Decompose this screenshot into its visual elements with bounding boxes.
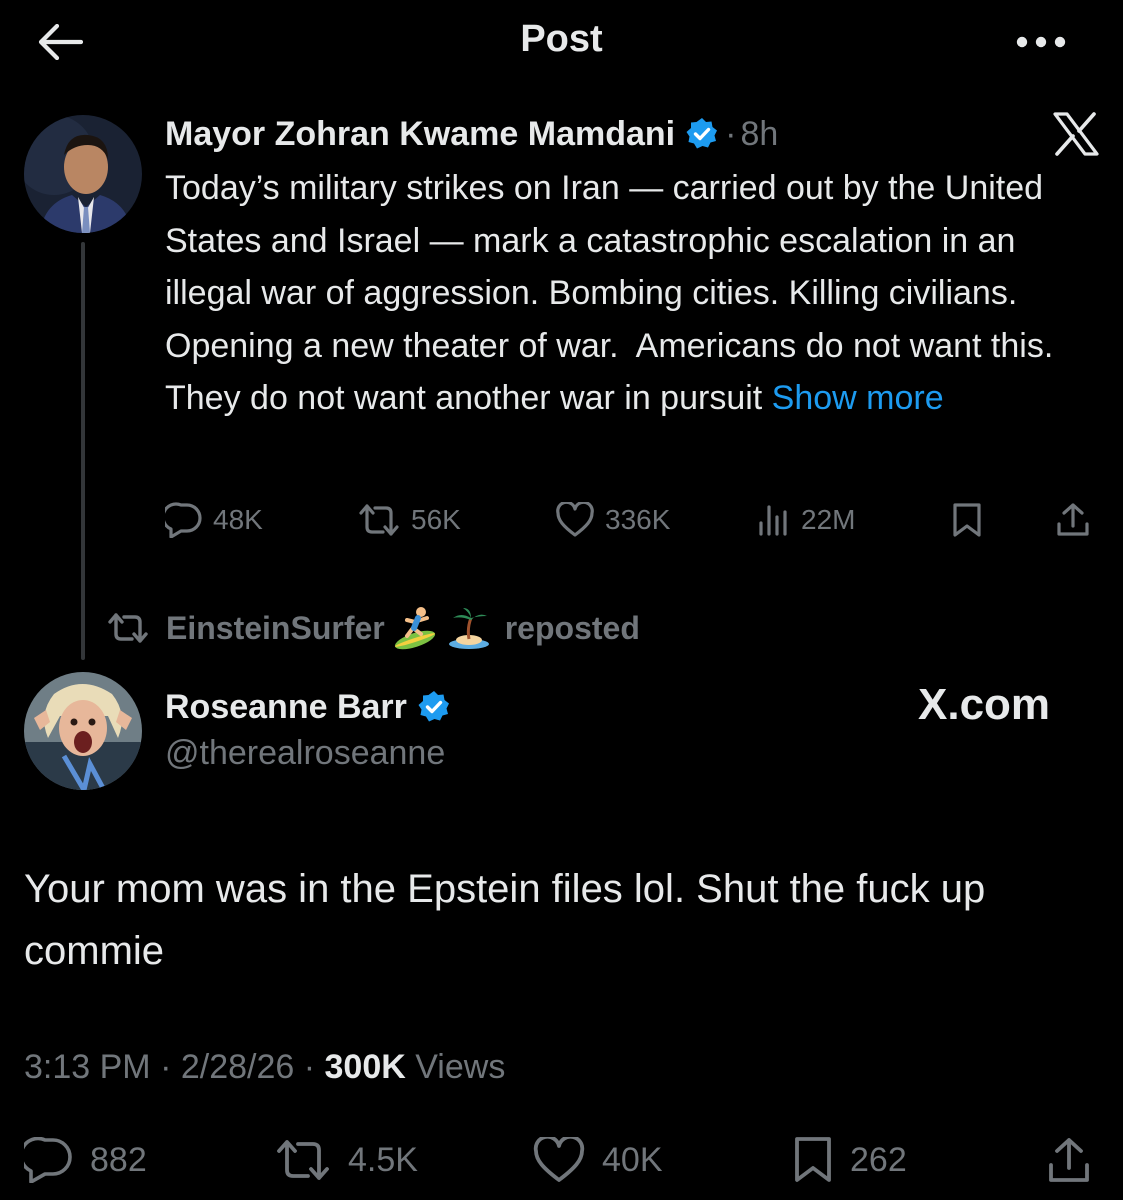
- bookmark-button[interactable]: [951, 498, 983, 542]
- views-chart-icon: [759, 505, 787, 536]
- repost-icon: [277, 1140, 329, 1180]
- reposter-name[interactable]: EinsteinSurfer: [166, 610, 385, 647]
- show-more-link[interactable]: Show more: [772, 379, 944, 417]
- repost-icon: [108, 613, 148, 643]
- post-time[interactable]: 8h: [740, 115, 778, 154]
- views-label: Views: [405, 1048, 506, 1086]
- share-icon: [1057, 503, 1089, 536]
- reply-icon: [165, 502, 202, 538]
- reply-button[interactable]: 882: [24, 1134, 147, 1186]
- parent-tweet-header: Mayor Zohran Kwame Mamdani · 8h: [165, 110, 778, 158]
- post-time[interactable]: 3:13 PM: [24, 1048, 151, 1086]
- bookmark-count: 262: [850, 1140, 907, 1179]
- watermark-text: X.com: [918, 680, 1051, 729]
- author-name[interactable]: Mayor Zohran Kwame Mamdani: [165, 115, 675, 154]
- like-button[interactable]: 40K: [532, 1134, 663, 1186]
- main-tweet-header: Roseanne Barr: [165, 684, 451, 730]
- thread-connector-line: [81, 242, 85, 660]
- reposted-label: reposted: [504, 609, 640, 646]
- reply-icon: [24, 1137, 72, 1183]
- surfer-emoji-icon: [393, 606, 439, 650]
- avatar[interactable]: [24, 672, 142, 790]
- repost-count: 56K: [411, 504, 461, 535]
- island-emoji-icon: [447, 606, 491, 650]
- avatar[interactable]: [24, 115, 142, 233]
- repost-banner: EinsteinSurfer reposted: [106, 604, 640, 652]
- heart-icon: [556, 502, 594, 537]
- reply-count: 882: [90, 1140, 147, 1179]
- repost-count: 4.5K: [348, 1140, 418, 1179]
- more-options-button[interactable]: [1010, 22, 1072, 62]
- like-count: 336K: [605, 504, 671, 535]
- parent-tweet-text: Today’s military strikes on Iran — carri…: [165, 162, 1110, 425]
- author-name[interactable]: Roseanne Barr: [165, 688, 407, 727]
- more-dots-icon: [1016, 36, 1066, 48]
- like-button[interactable]: 336K: [555, 498, 670, 542]
- share-icon: [1049, 1138, 1089, 1182]
- repost-button[interactable]: 4.5K: [274, 1134, 418, 1186]
- separator-dot: ·: [294, 1048, 325, 1086]
- bookmark-icon: [795, 1137, 831, 1182]
- main-tweet-text: Your mom was in the Epstein files lol. S…: [24, 867, 986, 973]
- repost-icon: [359, 504, 399, 536]
- x-logo-icon: [1052, 112, 1100, 156]
- separator-dot: ·: [150, 1048, 181, 1086]
- like-count: 40K: [602, 1140, 663, 1179]
- heart-icon: [533, 1137, 585, 1182]
- parent-tweet-actions: 48K 56K 336K 22M: [165, 498, 1095, 542]
- post-timestamp: 3:13 PM · 2/28/26 · 300K Views: [24, 1048, 505, 1087]
- reply-button[interactable]: 48K: [165, 498, 263, 542]
- x-com-watermark: X.com: [918, 680, 1050, 730]
- page-title: Post: [520, 18, 603, 60]
- views-button[interactable]: 22M: [757, 498, 855, 542]
- views-count: 22M: [801, 504, 856, 535]
- share-button[interactable]: [1055, 498, 1091, 542]
- views-count[interactable]: 300K: [325, 1048, 406, 1086]
- separator-dot: ·: [725, 114, 737, 153]
- bookmark-icon: [953, 503, 981, 537]
- main-tweet-actions: 882 4.5K 40K 262: [0, 1134, 1123, 1186]
- bookmark-button[interactable]: 262: [792, 1134, 907, 1186]
- verified-badge-icon[interactable]: [417, 690, 451, 724]
- author-handle[interactable]: @therealroseanne: [165, 734, 445, 773]
- reply-count: 48K: [213, 504, 263, 535]
- post-date[interactable]: 2/28/26: [181, 1048, 294, 1086]
- post-page: Post Mayor Zohran Kwame Mamdani · 8h Tod…: [0, 0, 1123, 1200]
- repost-button[interactable]: 56K: [357, 498, 461, 542]
- share-button[interactable]: [1046, 1134, 1092, 1186]
- verified-badge-icon[interactable]: [685, 117, 719, 151]
- top-bar: Post: [0, 0, 1123, 84]
